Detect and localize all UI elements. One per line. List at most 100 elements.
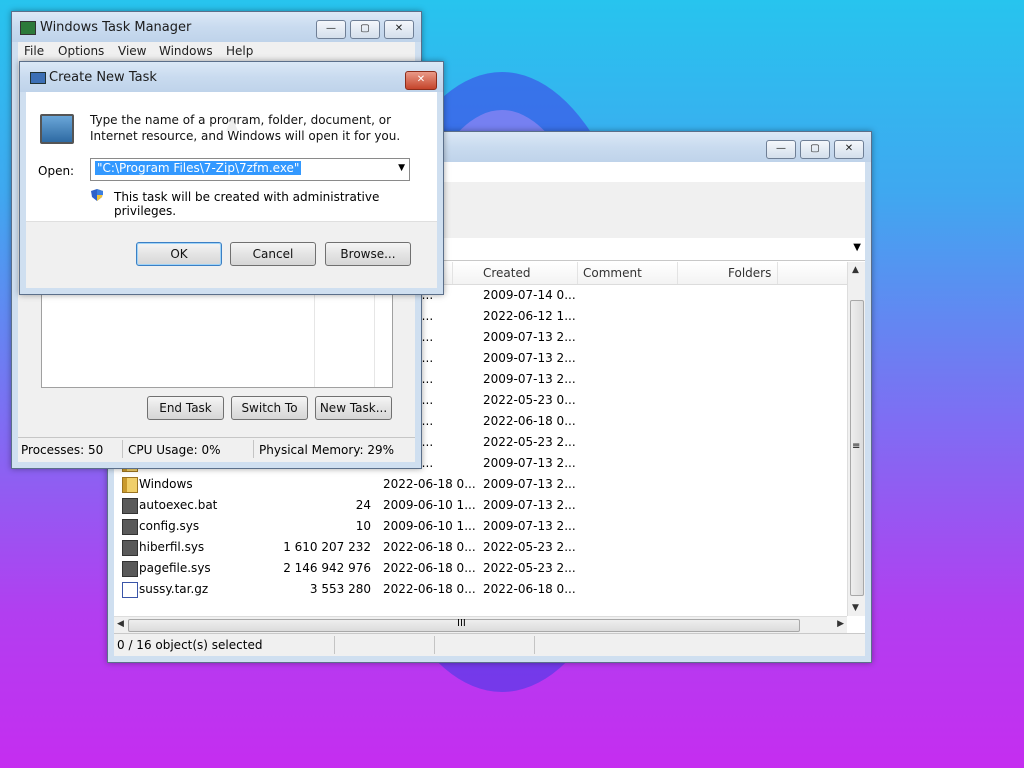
processes-count: Processes: 50 xyxy=(21,443,104,457)
admin-note: This task will be created with administr… xyxy=(114,190,380,218)
archive-icon xyxy=(122,582,138,598)
cell-created: 2022-05-23 2... xyxy=(483,540,576,554)
scroll-right-icon[interactable]: ▶ xyxy=(837,619,844,629)
column-comment[interactable]: Comment xyxy=(583,266,642,280)
open-input[interactable]: "C:\Program Files\7-Zip\7zfm.exe" xyxy=(95,161,302,175)
cell-created: 2009-07-13 2... xyxy=(483,372,576,386)
file-icon xyxy=(122,540,138,556)
cell-created: 2022-06-18 0... xyxy=(483,582,576,596)
close-button[interactable]: ✕ xyxy=(384,20,414,39)
switch-to-button[interactable]: Switch To xyxy=(231,396,308,420)
cell-created: 2009-07-13 2... xyxy=(483,519,576,533)
cell-name: config.sys xyxy=(139,519,200,533)
cell-created: 2009-07-13 2... xyxy=(483,351,576,365)
file-icon xyxy=(122,498,138,514)
menu-windows[interactable]: Windows xyxy=(159,44,213,58)
new-task-button[interactable]: New Task... xyxy=(315,396,392,420)
cell-size: 3 553 280 xyxy=(309,582,371,596)
task-manager-titlebar[interactable]: Windows Task Manager — ▢ ✕ xyxy=(12,12,421,42)
shield-icon xyxy=(91,189,103,201)
task-manager-title: Windows Task Manager xyxy=(40,20,192,35)
table-row[interactable]: hiberfil.sys 1 610 207 232 2022-06-18 0...… xyxy=(114,537,854,558)
cell-modified: 2022-06-18 0... xyxy=(383,582,476,596)
cell-created: 2009-07-13 2... xyxy=(483,330,576,344)
dialog-footer: OK Cancel Browse... xyxy=(26,221,437,288)
horizontal-scrollbar[interactable]: ◀ III ▶ xyxy=(114,616,847,634)
open-label: Open: xyxy=(38,164,75,178)
task-manager-status-bar: Processes: 50 CPU Usage: 0% Physical Mem… xyxy=(18,437,415,462)
physical-memory: Physical Memory: 29% xyxy=(259,443,395,457)
cell-modified: 2022-06-18 0... xyxy=(383,477,476,491)
column-separator[interactable] xyxy=(777,262,778,284)
chevron-down-icon[interactable]: ▼ xyxy=(398,163,405,173)
end-task-button[interactable]: End Task xyxy=(147,396,224,420)
cell-created: 2022-05-23 2... xyxy=(483,435,576,449)
menu-help[interactable]: Help xyxy=(226,44,253,58)
table-row[interactable]: sussy.tar.gz 3 553 280 2022-06-18 0... 2022… xyxy=(114,579,854,600)
vertical-scroll-thumb[interactable]: ≡ xyxy=(850,300,864,596)
cell-modified: 2022-06-18 0... xyxy=(383,540,476,554)
cell-name: autoexec.bat xyxy=(139,498,218,512)
vertical-scrollbar[interactable]: ▲ ≡ ▼ xyxy=(847,262,865,616)
menu-view[interactable]: View xyxy=(118,44,146,58)
maximize-button[interactable]: ▢ xyxy=(350,20,380,39)
cell-size: 2 146 942 976 xyxy=(283,561,371,575)
table-row[interactable]: Windows 2022-06-18 0... 2009-07-13 2... xyxy=(114,474,854,495)
selection-status: 0 / 16 object(s) selected xyxy=(117,638,263,652)
minimize-button[interactable]: — xyxy=(766,140,796,159)
dialog-titlebar[interactable]: Create New Task ✕ xyxy=(20,62,443,92)
table-row[interactable]: config.sys 10 2009-06-10 1... 2009-07-13 2.… xyxy=(114,516,854,537)
chevron-down-icon[interactable]: ▼ xyxy=(853,242,861,253)
column-separator[interactable] xyxy=(577,262,578,284)
application-list[interactable] xyxy=(41,294,393,388)
file-icon xyxy=(122,519,138,535)
scroll-left-icon[interactable]: ◀ xyxy=(117,619,124,629)
close-button[interactable]: ✕ xyxy=(405,71,437,90)
cell-size: 1 610 207 232 xyxy=(283,540,371,554)
cpu-usage: CPU Usage: 0% xyxy=(128,443,221,457)
open-combobox[interactable]: "C:\Program Files\7-Zip\7zfm.exe" ▼ xyxy=(90,158,410,181)
cell-name: pagefile.sys xyxy=(139,561,211,575)
cell-name: sussy.tar.gz xyxy=(139,582,209,596)
scroll-up-icon[interactable]: ▲ xyxy=(852,265,859,275)
cancel-button[interactable]: Cancel xyxy=(230,242,316,266)
scroll-down-icon[interactable]: ▼ xyxy=(852,603,859,613)
cell-modified: 2009-06-10 1... xyxy=(383,519,476,533)
cell-created: 2022-05-23 0... xyxy=(483,393,576,407)
cell-name: Windows xyxy=(139,477,193,491)
cell-created: 2009-07-13 2... xyxy=(483,477,576,491)
grip-icon: ≡ xyxy=(852,441,861,452)
task-manager-icon xyxy=(20,21,36,35)
table-row[interactable]: pagefile.sys 2 146 942 976 2022-06-18 0...… xyxy=(114,558,854,579)
browse-button[interactable]: Browse... xyxy=(325,242,411,266)
column-separator[interactable] xyxy=(452,262,453,284)
table-row[interactable]: autoexec.bat 24 2009-06-10 1... 2009-07-13 … xyxy=(114,495,854,516)
run-icon xyxy=(30,72,46,84)
mouse-cursor xyxy=(226,117,238,131)
horizontal-scroll-thumb[interactable]: III xyxy=(128,618,800,632)
program-icon xyxy=(40,114,74,144)
ok-button[interactable]: OK xyxy=(136,242,222,266)
cell-created: 2022-06-18 0... xyxy=(483,414,576,428)
cell-name: hiberfil.sys xyxy=(139,540,205,554)
dialog-title: Create New Task xyxy=(49,70,157,85)
cell-size: 10 xyxy=(355,519,371,533)
cell-created: 2009-07-13 2... xyxy=(483,498,576,512)
dialog-description: Type the name of a program, folder, docu… xyxy=(90,113,401,143)
cell-created: 2009-07-14 0... xyxy=(483,288,576,302)
column-separator[interactable] xyxy=(677,262,678,284)
minimize-button[interactable]: — xyxy=(316,20,346,39)
create-new-task-dialog[interactable]: Create New Task ✕ Type the name of a pro… xyxy=(19,61,444,295)
cell-modified: 2009-06-10 1... xyxy=(383,498,476,512)
column-created[interactable]: Created xyxy=(483,266,531,280)
cell-created: 2009-07-13 2... xyxy=(483,456,576,470)
file-icon xyxy=(122,561,138,577)
menu-options[interactable]: Options xyxy=(58,44,104,58)
status-bar: 0 / 16 object(s) selected xyxy=(114,633,865,656)
maximize-button[interactable]: ▢ xyxy=(800,140,830,159)
menu-file[interactable]: File xyxy=(24,44,44,58)
close-button[interactable]: ✕ xyxy=(834,140,864,159)
column-folders[interactable]: Folders xyxy=(728,266,771,280)
menu-bar: File Options View Windows Help xyxy=(18,42,415,62)
cell-size: 24 xyxy=(355,498,371,512)
